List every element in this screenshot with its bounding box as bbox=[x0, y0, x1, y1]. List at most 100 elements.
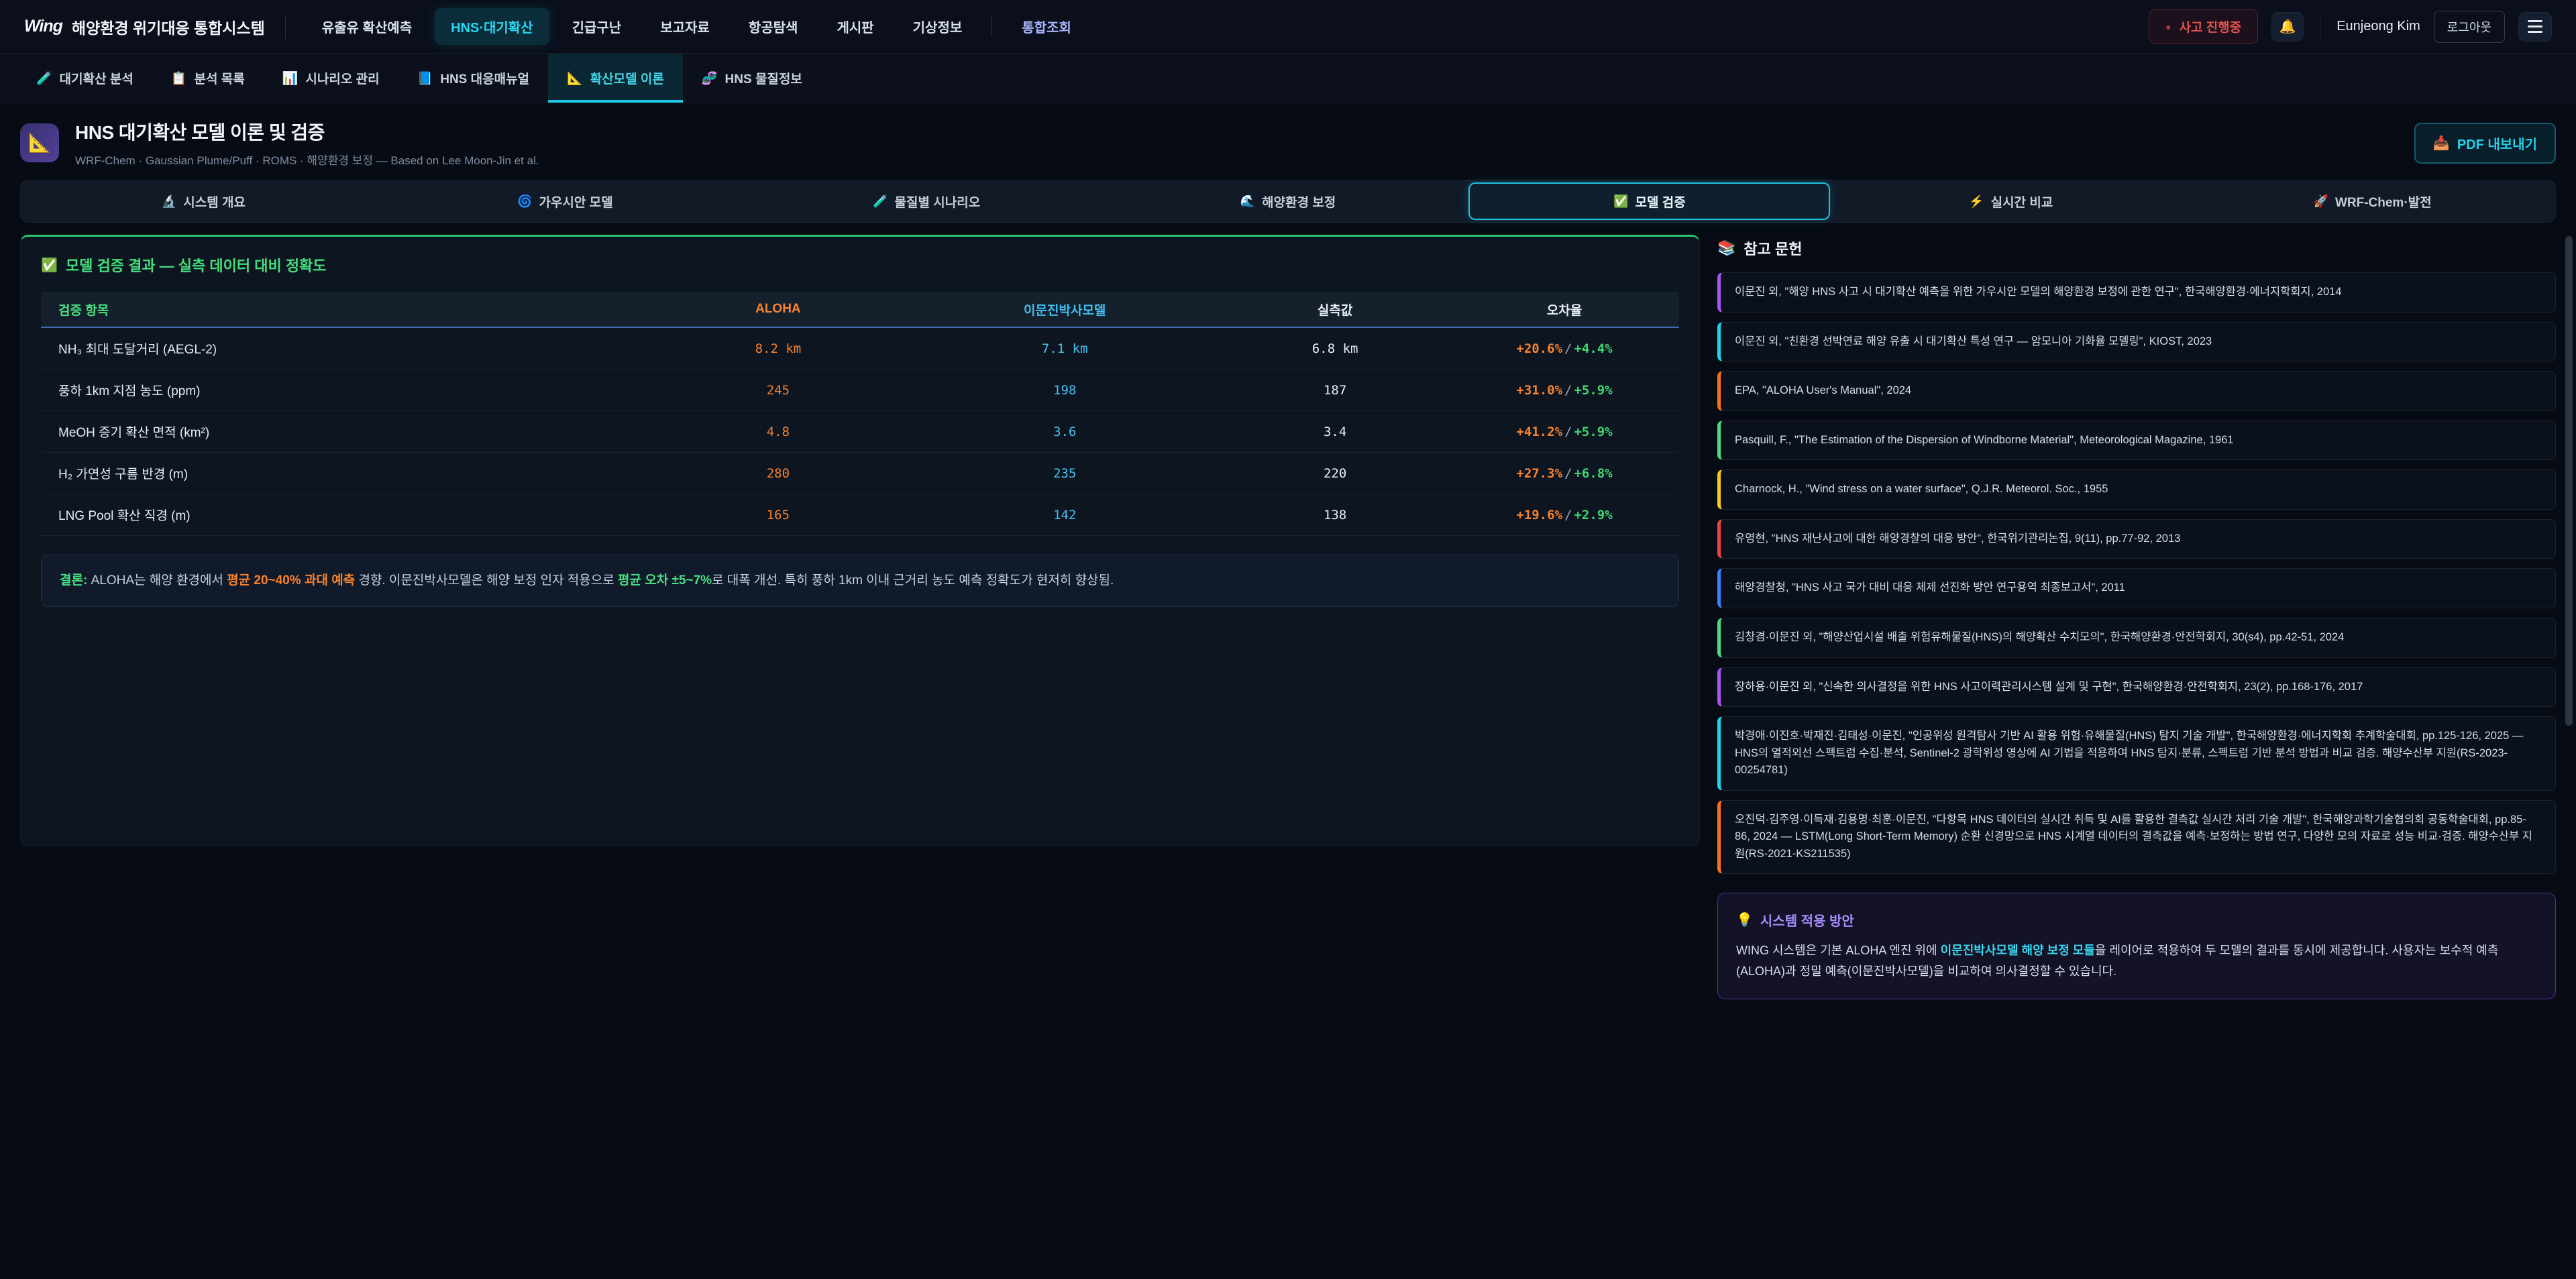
sub-nav-icon: 🧪 bbox=[36, 70, 52, 87]
error-separator: / bbox=[1562, 341, 1574, 356]
tab-icon: 🚀 bbox=[2314, 194, 2328, 209]
table-row: MeOH 증기 확산 면적 (km²)4.83.63.4+41.2%/+5.9% bbox=[41, 411, 1679, 453]
top-nav-right: ● 사고 진행중 🔔 Eunjeong Kim 로그아웃 bbox=[2149, 9, 2552, 44]
incident-status-badge[interactable]: ● 사고 진행중 bbox=[2149, 9, 2258, 44]
reference-item[interactable]: 이문진 외, "해양 HNS 사고 시 대기확산 예측을 위한 가우시안 모델의… bbox=[1717, 272, 2556, 313]
top-nav-item[interactable]: 기상정보 bbox=[897, 8, 979, 45]
pdf-export-button[interactable]: 📥 PDF 내보내기 bbox=[2414, 123, 2556, 164]
error-separator: / bbox=[1562, 383, 1574, 398]
notification-button[interactable]: 🔔 bbox=[2271, 12, 2304, 42]
page-title: HNS 대기확산 모델 이론 및 검증 bbox=[75, 118, 539, 145]
section-tab[interactable]: ⚡ 실시간 비교 bbox=[1830, 182, 2192, 220]
cell-model: 7.1 km bbox=[909, 341, 1220, 356]
application-heading-text: 시스템 적용 방안 bbox=[1760, 910, 1854, 930]
page-header: 📐 HNS 대기확산 모델 이론 및 검증 WRF-Chem · Gaussia… bbox=[0, 103, 2576, 180]
sub-nav-item[interactable]: 📊시나리오 관리 bbox=[264, 54, 398, 103]
sub-nav-item[interactable]: 📘 HNS 대응매뉴얼 bbox=[398, 54, 548, 103]
top-nav-item[interactable]: 통합조회 bbox=[1006, 8, 1087, 45]
sub-nav-item[interactable]: 🧬 HNS 물질정보 bbox=[683, 54, 821, 103]
reference-item[interactable]: 김창겸·이문진 외, "해양산업시설 배출 위험유해물질(HNS)의 해양확산 … bbox=[1717, 618, 2556, 658]
application-body: WING 시스템은 기본 ALOHA 엔진 위에 이문진박사모델 해양 보정 모… bbox=[1736, 940, 2537, 981]
reference-item[interactable]: Pasquill, F., "The Estimation of the Dis… bbox=[1717, 421, 2556, 461]
cell-model: 198 bbox=[909, 383, 1220, 398]
cell-measured: 3.4 bbox=[1220, 425, 1450, 439]
error-aloha: +20.6% bbox=[1516, 341, 1562, 356]
reference-item[interactable]: Charnock, H., "Wind stress on a water su… bbox=[1717, 469, 2556, 510]
tab-label: 시스템 개요 bbox=[183, 192, 246, 211]
error-separator: / bbox=[1562, 466, 1574, 481]
reference-item[interactable]: 해양경찰청, "HNS 사고 국가 대비 대응 체제 선진화 방안 연구용역 최… bbox=[1717, 568, 2556, 608]
menu-button[interactable] bbox=[2518, 12, 2552, 42]
sub-nav-item[interactable]: 🧪 대기확산 분석 bbox=[17, 54, 152, 103]
reference-item[interactable]: 오진덕·김주영·이득재·김용명·최훈·이문진, "다항목 HNS 데이터의 실시… bbox=[1717, 800, 2556, 875]
sub-nav-item[interactable]: 📐확산모델 이론 bbox=[548, 54, 683, 103]
tab-label: 실시간 비교 bbox=[1991, 192, 2053, 211]
reference-item[interactable]: 유영현, "HNS 재난사고에 대한 해양경찰의 대응 방안", 한국위기관리논… bbox=[1717, 519, 2556, 559]
section-tab[interactable]: 🌀 가우시안 모델 bbox=[384, 182, 746, 220]
section-tab[interactable]: 🔬시스템 개요 bbox=[23, 182, 384, 220]
brand[interactable]: Wing 해양환경 위기대응 통합시스템 bbox=[24, 15, 265, 38]
logout-button[interactable]: 로그아웃 bbox=[2434, 11, 2505, 43]
reference-item[interactable]: EPA, "ALOHA User's Manual", 2024 bbox=[1717, 371, 2556, 411]
books-icon: 📚 bbox=[1717, 239, 1735, 257]
sub-nav-label: HNS 물질정보 bbox=[725, 69, 802, 87]
sub-nav-label: 시나리오 관리 bbox=[305, 69, 379, 87]
cell-aloha: 4.8 bbox=[647, 425, 910, 439]
table-row: NH₃ 최대 도달거리 (AEGL-2)8.2 km7.1 km6.8 km+2… bbox=[41, 328, 1679, 370]
reference-item[interactable]: 이문진 외, "친환경 선박연료 해양 유출 시 대기확산 특성 연구 — 암모… bbox=[1717, 322, 2556, 362]
cell-item: 풍하 1km 지점 농도 (ppm) bbox=[41, 381, 647, 399]
section-tab[interactable]: ✅모델 검증 bbox=[1468, 182, 1830, 220]
right-column: 📚 참고 문헌 이문진 외, "해양 HNS 사고 시 대기확산 예측을 위한 … bbox=[1717, 235, 2556, 999]
validation-card: ✅ 모델 검증 결과 — 실측 데이터 대비 정확도 검증 항목 ALOHA 이… bbox=[20, 235, 1700, 846]
cell-item: LNG Pool 확산 직경 (m) bbox=[41, 506, 647, 524]
sub-nav-label: 확산모델 이론 bbox=[590, 69, 664, 87]
col-header-measured: 실측값 bbox=[1220, 300, 1450, 319]
lightbulb-icon: 💡 bbox=[1736, 911, 1753, 928]
tab-icon: ✅ bbox=[1613, 194, 1628, 209]
main-content: ✅ 모델 검증 결과 — 실측 데이터 대비 정확도 검증 항목 ALOHA 이… bbox=[0, 223, 2576, 999]
sub-nav-icon: 📋 bbox=[171, 70, 187, 87]
top-nav-item[interactable]: HNS·대기확산 bbox=[435, 8, 549, 45]
tab-label: 가우시안 모델 bbox=[539, 192, 612, 211]
reference-item[interactable]: 박경애·이진호·박재진·김태성·이문진, "인공위성 원격탐사 기반 AI 활용… bbox=[1717, 716, 2556, 791]
tab-icon: 🌀 bbox=[517, 194, 532, 209]
application-highlight: 이문진박사모델 해양 보정 모듈 bbox=[1941, 944, 2095, 957]
top-nav-item[interactable]: 긴급구난 bbox=[556, 8, 638, 45]
error-model: +5.9% bbox=[1574, 383, 1612, 398]
cell-model: 235 bbox=[909, 466, 1220, 481]
sub-nav-icon: 📘 bbox=[417, 70, 433, 87]
conclusion-highlight-over: 평균 20~40% 과대 예측 bbox=[227, 573, 355, 588]
top-nav-item[interactable]: 게시판 bbox=[820, 8, 890, 45]
error-aloha: +27.3% bbox=[1516, 466, 1562, 481]
cell-error: +31.0%/+5.9% bbox=[1450, 383, 1679, 398]
top-nav-items: 유출유 확산예측HNS·대기확산긴급구난보고자료항공탐색게시판기상정보 통합조회 bbox=[306, 8, 1087, 45]
check-icon: ✅ bbox=[41, 257, 58, 274]
top-nav-item[interactable]: 항공탐색 bbox=[733, 8, 814, 45]
reference-item[interactable]: 장하용·이문진 외, "신속한 의사결정을 위한 HNS 사고이력관리시스템 설… bbox=[1717, 667, 2556, 708]
sub-nav-label: HNS 대응매뉴얼 bbox=[440, 69, 529, 87]
col-header-error: 오차율 bbox=[1450, 300, 1679, 319]
section-tab[interactable]: 🧪물질별 시나리오 bbox=[746, 182, 1108, 220]
sub-nav-label: 대기확산 분석 bbox=[60, 69, 133, 87]
wing-logo: Wing bbox=[24, 17, 62, 36]
conclusion-label: 결론: bbox=[60, 573, 87, 588]
cell-aloha: 280 bbox=[647, 466, 910, 481]
tab-label: 물질별 시나리오 bbox=[895, 192, 981, 211]
error-model: +6.8% bbox=[1574, 466, 1612, 481]
sub-nav-icon: 🧬 bbox=[702, 70, 718, 87]
status-badge-label: 사고 진행중 bbox=[2180, 17, 2242, 36]
section-tab[interactable]: 🚀WRF-Chem·발전 bbox=[2192, 182, 2553, 220]
section-tab[interactable]: 🌊해양환경 보정 bbox=[1108, 182, 1469, 220]
sub-nav-item[interactable]: 📋분석 목록 bbox=[152, 54, 264, 103]
conclusion-note: 결론: ALOHA는 해양 환경에서 평균 20~40% 과대 예측 경향. 이… bbox=[41, 555, 1679, 607]
tab-icon: 🌊 bbox=[1240, 194, 1255, 209]
application-heading: 💡 시스템 적용 방안 bbox=[1736, 910, 2537, 930]
references-heading: 📚 참고 문헌 bbox=[1717, 237, 2556, 259]
top-nav-item[interactable]: 유출유 확산예측 bbox=[306, 8, 428, 45]
top-nav-item[interactable]: 보고자료 bbox=[644, 8, 726, 45]
system-title: 해양환경 위기대응 통합시스템 bbox=[72, 15, 265, 38]
tab-icon: ⚡ bbox=[1969, 194, 1984, 209]
cell-error: +41.2%/+5.9% bbox=[1450, 425, 1679, 439]
scrollbar-thumb[interactable] bbox=[2565, 236, 2573, 726]
conclusion-highlight-error: 평균 오차 ±5~7% bbox=[618, 573, 712, 588]
